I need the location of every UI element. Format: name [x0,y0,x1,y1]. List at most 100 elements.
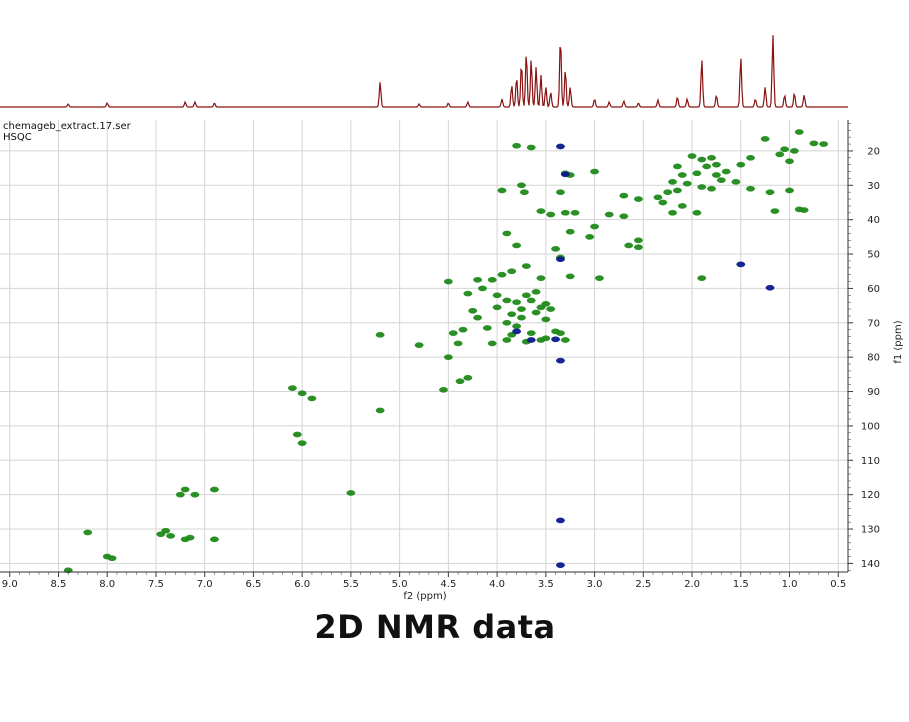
positive-cross-peak [453,340,463,347]
positive-cross-peak [746,154,755,161]
positive-cross-peak [414,342,424,348]
positive-cross-peak [478,285,487,292]
positive-cross-peak [687,153,697,159]
positive-cross-peak [531,289,541,295]
positive-cross-peak [697,275,707,281]
experiment-label: HSQC [3,132,32,143]
positive-cross-peak [512,142,522,149]
positive-cross-peak [517,306,526,312]
x-tick-label: 6.5 [245,579,261,590]
positive-cross-peak [536,208,546,214]
positive-cross-peak [672,187,682,194]
positive-cross-peak [507,311,517,318]
x-tick-label: 9.0 [2,579,18,590]
positive-cross-peak [590,168,600,175]
proton-spectrum-trace [0,35,848,108]
x-tick-label: 2.5 [635,579,651,590]
positive-cross-peak [209,486,219,493]
positive-cross-peak [502,230,512,237]
positive-cross-peak [482,325,492,331]
positive-cross-peak [502,337,512,343]
positive-cross-peak [83,529,93,536]
y-axis-label: f1 (ppm) [893,320,904,363]
positive-cross-peak [521,292,531,299]
positive-cross-peak [507,268,517,275]
positive-cross-peak [519,189,529,196]
positive-cross-peak [209,536,219,543]
positive-cross-peak [707,185,716,192]
positive-cross-peak [692,209,702,216]
positive-cross-peak [570,209,580,216]
positive-cross-peak [287,385,297,391]
positive-cross-peak [692,170,702,177]
positive-cross-peak [707,154,716,161]
positive-cross-peak [560,209,570,216]
negative-cross-peak [551,336,561,343]
negative-cross-peak [556,517,565,524]
positive-cross-peak [497,187,507,194]
positive-cross-peak [653,194,663,201]
positive-cross-peak [590,223,600,230]
positive-cross-peak [541,335,551,342]
positive-cross-peak [775,151,785,158]
positive-cross-peak [677,172,687,178]
positive-cross-peak [492,292,502,299]
positive-cross-peak [560,337,570,343]
positive-cross-peak [785,187,794,194]
plot-grid [0,120,848,572]
positive-cross-peak [512,323,522,330]
positive-cross-peak [468,307,478,314]
positive-cross-peak [697,156,707,163]
positive-cross-peak [799,207,809,213]
positive-cross-peak [780,146,790,153]
y-tick-label: 90 [867,387,880,398]
positive-cross-peak [443,278,453,285]
positive-cross-peak [536,304,546,311]
positive-cross-peak [697,184,707,190]
positive-cross-peak [107,555,117,562]
negative-cross-peak [765,284,775,291]
x-tick-label: 8.0 [99,579,115,590]
positive-cross-peak [770,208,780,214]
positive-cross-peak [672,163,682,170]
positive-cross-peak [487,340,497,347]
positive-cross-peak [185,534,195,541]
file-name-label: chemageb_extract.17.ser [3,121,132,132]
y-tick-label: 80 [867,353,880,364]
y-tick-label: 120 [861,490,880,501]
positive-cross-peak [512,242,522,249]
positive-cross-peak [565,273,575,280]
y-tick-label: 100 [861,421,880,432]
positive-cross-peak [502,297,512,304]
positive-cross-peak [463,374,473,381]
positive-cross-peak [536,275,546,281]
x-tick-label: 4.0 [489,579,505,590]
positive-cross-peak [760,136,770,142]
x-tick-label: 8.5 [51,579,67,590]
positive-cross-peak [497,271,507,278]
y-tick-label: 140 [861,559,880,570]
positive-cross-peak [668,179,678,185]
positive-cross-peak [473,276,483,283]
positive-cross-peak [794,129,804,135]
x-tick-label: 3.0 [587,579,603,590]
positive-cross-peak [789,148,799,154]
x-tick-label: 5.0 [392,579,408,590]
positive-cross-peak [702,163,712,170]
positive-cross-peak [721,168,731,175]
positive-cross-peak [180,486,190,493]
positive-cross-peak [297,390,307,397]
positive-cross-peak [633,196,643,202]
positive-cross-peak [604,211,614,218]
y-tick-label: 50 [867,250,880,261]
negative-cross-peak [556,256,565,263]
positive-cross-peak [473,314,483,321]
positive-cross-peak [546,306,556,312]
positive-cross-peak [292,431,302,438]
positive-cross-peak [765,189,775,196]
positive-cross-peak [156,531,166,538]
positive-cross-peak [517,314,526,321]
positive-cross-peak [443,354,453,361]
positive-cross-peak [746,185,755,192]
x-axis-label: f2 (ppm) [403,591,446,602]
